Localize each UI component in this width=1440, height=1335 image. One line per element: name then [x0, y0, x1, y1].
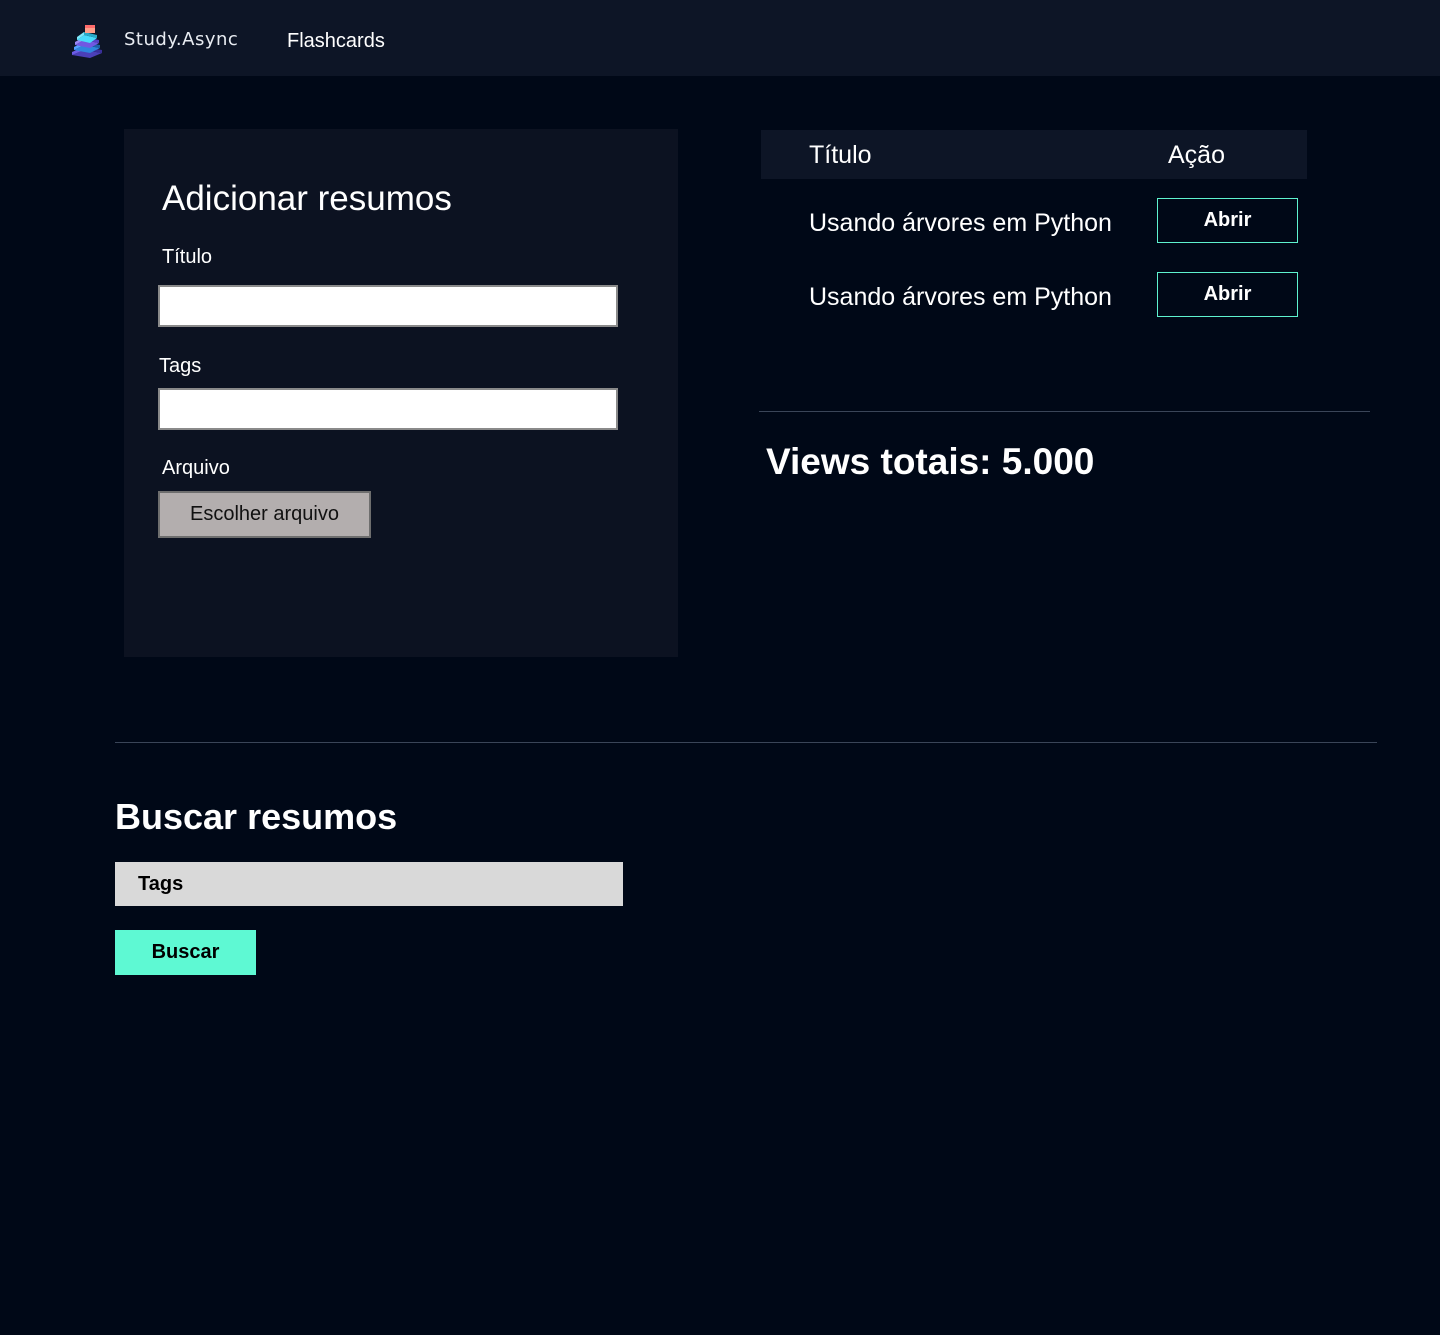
summaries-table-header: Título Ação [761, 130, 1307, 179]
choose-file-button[interactable]: Escolher arquivo [158, 491, 371, 538]
tags-search-input[interactable] [115, 862, 623, 906]
title-input[interactable] [158, 285, 618, 327]
book-stack-icon[interactable] [66, 22, 106, 62]
title-label: Título [162, 246, 213, 268]
nav-link-flashcards[interactable]: Flashcards [287, 30, 385, 53]
open-summary-button[interactable]: Abrir [1157, 198, 1298, 243]
tags-input[interactable] [158, 388, 618, 430]
add-summary-card: Adicionar resumos Título Tags Arquivo Es… [124, 129, 678, 657]
search-summaries-heading: Buscar resumos [115, 796, 398, 837]
search-button[interactable]: Buscar [115, 930, 256, 975]
column-header-action: Ação [1168, 141, 1225, 169]
brand-name[interactable]: Study.Async [124, 29, 238, 50]
column-header-title: Título [809, 141, 872, 169]
top-navbar: Study.Async Flashcards [0, 0, 1440, 76]
section-divider [115, 742, 1377, 743]
divider [759, 411, 1370, 412]
open-summary-button[interactable]: Abrir [1157, 272, 1298, 317]
summary-row-title: Usando árvores em Python [809, 209, 1112, 237]
total-views: Views totais: 5.000 [766, 441, 1095, 482]
add-summary-heading: Adicionar resumos [162, 179, 452, 218]
file-label: Arquivo [162, 457, 230, 479]
summary-row-title: Usando árvores em Python [809, 283, 1112, 311]
tags-label: Tags [159, 355, 202, 377]
